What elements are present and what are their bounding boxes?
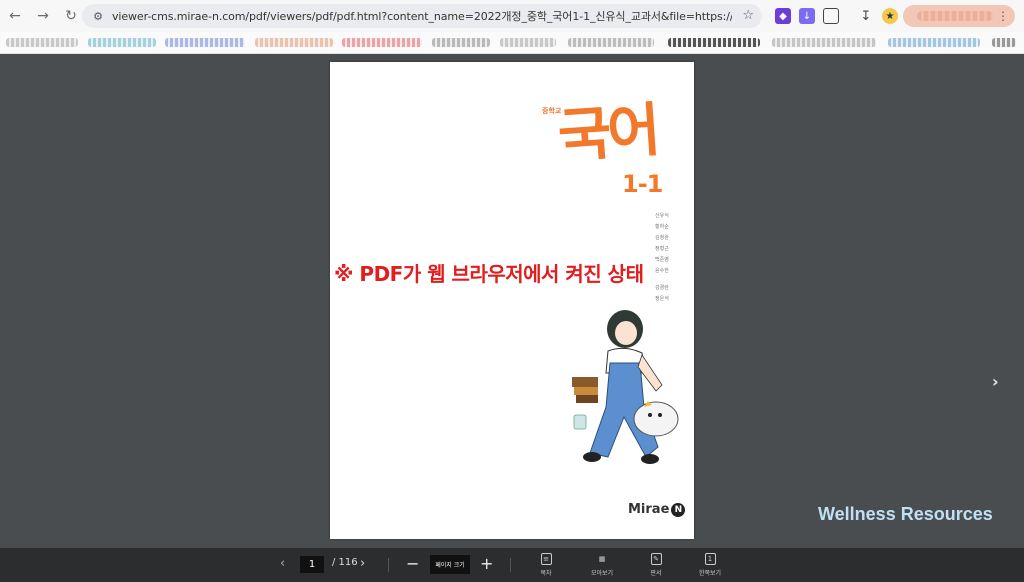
pdf-page: 중학교 국어 1-1 신유식 황하순 김청완 정형근 백준영 윤수한 강경란 정… [330, 62, 694, 539]
annotate-button[interactable]: ✎ 판서 [636, 553, 676, 577]
pdf-viewer-canvas[interactable]: 중학교 국어 1-1 신유식 황하순 김청완 정형근 백준영 윤수한 강경란 정… [0, 54, 1024, 548]
single-page-icon: 1 [704, 553, 716, 565]
publisher-name: Mirae [628, 502, 670, 517]
cover-title: 국어 [555, 95, 659, 171]
page-total: / 116 [332, 557, 358, 568]
annotation-overlay-text: ※ PDF가 웹 브라우저에서 켜진 상태 [334, 262, 644, 286]
address-bar[interactable]: ⚙ viewer-cms.mirae-n.com/pdf/viewers/pdf… [82, 4, 762, 28]
thumbnails-button[interactable]: ▦ 모아보기 [582, 553, 622, 577]
bookmark-star-icon[interactable]: ☆ [742, 8, 754, 23]
extensions-puzzle-icon[interactable] [823, 8, 839, 24]
bookmark-item[interactable] [88, 38, 156, 47]
menu-kebab-icon[interactable]: ⋮ [997, 9, 1009, 23]
single-page-button[interactable]: 1 한쪽보기 [690, 553, 730, 577]
bookmark-item[interactable] [888, 38, 980, 47]
separator [510, 558, 511, 572]
bookmark-item[interactable] [432, 38, 490, 47]
bookmark-item[interactable] [500, 38, 556, 47]
viewer-control-bar: ‹ / 116 › − 페이지 크기 + ≡ 목차 ▦ 모아보기 ✎ 판서 1 … [0, 548, 1024, 582]
bookmark-item[interactable] [568, 38, 654, 47]
next-page-icon[interactable]: › [360, 556, 365, 571]
bookmark-item[interactable] [165, 38, 245, 47]
bookmark-item[interactable] [255, 38, 333, 47]
browser-toolbar: ← → ↻ ⚙ viewer-cms.mirae-n.com/pdf/viewe… [0, 0, 1024, 32]
single-page-label: 한쪽보기 [698, 570, 722, 577]
zoom-in-icon[interactable]: + [480, 554, 493, 573]
author-name: 백준영 [655, 257, 669, 263]
bookmark-item[interactable] [772, 38, 876, 47]
back-icon[interactable]: ← [2, 3, 28, 29]
forward-icon[interactable]: → [30, 3, 56, 29]
author-name: 윤수한 [655, 268, 669, 274]
thumbnails-label: 모아보기 [590, 570, 614, 577]
extension-badge-icon[interactable]: ★ [882, 8, 898, 24]
author-name: 김청완 [655, 235, 669, 241]
cover-illustration [572, 310, 679, 464]
zoom-select[interactable]: 페이지 크기 [430, 555, 470, 574]
author-name: 강경란 [655, 285, 669, 291]
separator [388, 558, 389, 572]
annotate-label: 판서 [650, 570, 662, 577]
profile-name-blurred [917, 11, 993, 21]
bookmarks-bar [0, 32, 1024, 54]
author-name: 정은석 [655, 296, 669, 302]
author-name: 신유식 [655, 213, 669, 219]
cover-grade: 1-1 [622, 170, 663, 198]
author-name: 황하순 [655, 224, 669, 230]
zoom-out-icon[interactable]: − [406, 554, 419, 573]
publisher-badge: N [671, 502, 686, 517]
author-list: 신유식 황하순 김청완 정형근 백준영 윤수한 강경란 정은석 [655, 212, 669, 304]
bookmark-item[interactable] [342, 38, 422, 47]
extension-icon[interactable]: ◆ [775, 8, 791, 24]
grid-icon: ▦ [598, 555, 606, 563]
profile-button[interactable]: ⋮ [903, 5, 1015, 27]
site-info-icon[interactable]: ⚙ [90, 8, 106, 24]
reload-icon[interactable]: ↻ [58, 3, 84, 29]
author-name: 정형근 [655, 246, 669, 252]
bookmark-item[interactable] [668, 38, 760, 47]
page-number-input[interactable] [300, 556, 324, 573]
toc-button[interactable]: ≡ 목차 [526, 553, 566, 577]
publisher-logo: Mirae N [628, 502, 686, 517]
pen-icon: ✎ [650, 553, 662, 565]
prev-page-icon[interactable]: ‹ [280, 556, 285, 571]
toc-label: 목차 [540, 570, 552, 577]
toc-icon: ≡ [540, 553, 552, 565]
url-text[interactable]: viewer-cms.mirae-n.com/pdf/viewers/pdf/p… [112, 8, 732, 24]
watermark-text: Wellness Resources [818, 504, 993, 524]
downloads-icon[interactable]: ↧ [858, 8, 874, 24]
next-page-chevron-icon[interactable]: › [992, 372, 999, 391]
extension-download-icon[interactable]: ↓ [799, 8, 815, 24]
bookmark-item[interactable] [6, 38, 78, 47]
bookmark-item[interactable] [992, 38, 1016, 47]
